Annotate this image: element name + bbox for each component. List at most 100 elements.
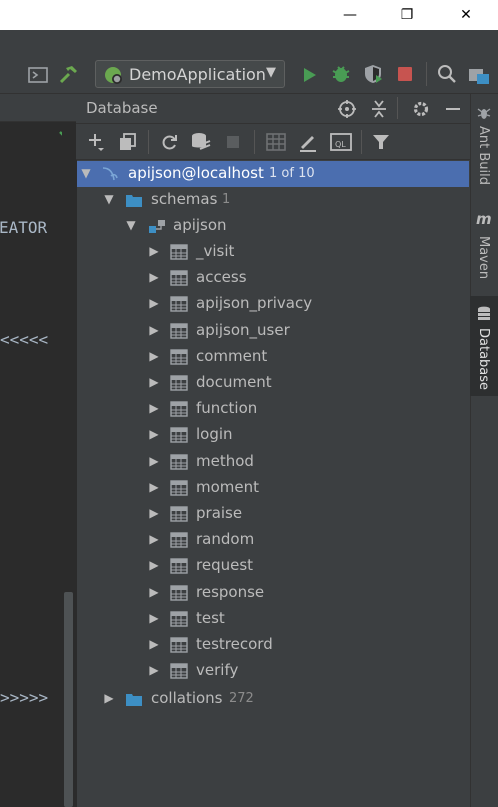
table-icon	[170, 611, 188, 627]
datasource-label: apijson@localhost	[128, 164, 264, 182]
expand-arrow-icon[interactable]: ▶	[147, 663, 161, 677]
table-icon	[170, 453, 188, 470]
expand-arrow-icon[interactable]: ▼	[124, 218, 138, 232]
table-row[interactable]: ▶ method	[77, 449, 469, 475]
run-configuration-select[interactable]: DemoApplication ▼	[95, 60, 285, 88]
maven-label: Maven	[476, 236, 491, 280]
expand-arrow-icon[interactable]: ▶	[147, 349, 161, 363]
expand-arrow-icon[interactable]: ▶	[147, 558, 161, 572]
schema-label: apijson	[173, 216, 227, 234]
table-row[interactable]: ▶ apijson_user	[77, 318, 469, 344]
table-icon	[170, 480, 188, 496]
table-name: moment	[196, 477, 260, 496]
database-tab[interactable]: Database	[470, 296, 498, 396]
filter-icon[interactable]	[370, 130, 392, 154]
coverage-icon[interactable]	[362, 63, 384, 85]
table-row[interactable]: ▶ login	[77, 422, 469, 448]
toolbar-separator	[426, 62, 427, 86]
table-name: testrecord	[196, 635, 273, 653]
table-row[interactable]: ▶ random	[77, 527, 469, 553]
maximize-window-button[interactable]: ❐	[384, 0, 430, 30]
expand-arrow-icon[interactable]: ▼	[102, 192, 116, 206]
table-row[interactable]: ▶ verify	[77, 658, 469, 684]
ant-build-tab[interactable]: Ant Build	[470, 98, 498, 188]
editor-scrollbar-thumb[interactable]	[64, 592, 73, 807]
expand-arrow-icon[interactable]: ▶	[147, 270, 161, 284]
add-icon[interactable]	[86, 130, 108, 154]
code-line: >>>>>	[0, 688, 49, 707]
expand-arrow-icon[interactable]: ▼	[79, 166, 93, 180]
expand-arrow-icon[interactable]: ▶	[147, 506, 161, 520]
expand-arrow-icon[interactable]: ▶	[147, 401, 161, 415]
expand-arrow-icon[interactable]: ▶	[147, 637, 161, 651]
expand-arrow-icon[interactable]: ▶	[147, 375, 161, 389]
tree-node-schema[interactable]: ▼ apijson	[77, 213, 469, 239]
expand-arrow-icon[interactable]: ▶	[147, 454, 161, 468]
expand-arrow-icon[interactable]: ▶	[147, 323, 161, 337]
tree-node-schemas[interactable]: ▼ schemas 1	[77, 187, 469, 213]
table-icon	[170, 401, 188, 417]
table-row[interactable]: ▶ _visit	[77, 239, 469, 265]
schema-sync-icon[interactable]	[190, 130, 212, 154]
table-row[interactable]: ▶ comment	[77, 344, 469, 370]
copy-icon[interactable]	[117, 130, 139, 154]
table-row[interactable]: ▶ document	[77, 370, 469, 396]
chevron-down-icon: ▼	[266, 65, 276, 80]
table-icon	[170, 663, 188, 679]
expand-arrow-icon[interactable]: ▶	[147, 244, 161, 258]
table-name: method	[196, 451, 254, 470]
build-hammer-icon[interactable]	[58, 63, 80, 85]
run-icon[interactable]	[298, 64, 320, 86]
expand-arrow-icon[interactable]: ▶	[147, 611, 161, 625]
table-row[interactable]: ▶ function	[77, 396, 469, 422]
stop-icon[interactable]	[394, 63, 416, 85]
table-name: request	[196, 556, 254, 575]
console-ql-icon[interactable]: QL	[330, 130, 352, 154]
terminal-icon[interactable]	[27, 64, 49, 86]
debug-icon[interactable]	[330, 63, 352, 85]
table-icon	[170, 637, 188, 653]
close-window-button[interactable]: ✕	[443, 0, 489, 30]
ant-build-label: Ant Build	[476, 126, 491, 185]
expand-arrow-icon[interactable]: ▶	[147, 296, 161, 310]
table-row[interactable]: ▶ testrecord	[77, 632, 469, 658]
table-view-icon[interactable]	[265, 130, 287, 154]
table-icon	[170, 532, 188, 548]
settings-icon[interactable]	[411, 99, 431, 123]
collapse-icon[interactable]	[369, 99, 389, 123]
minimize-window-button[interactable]: —	[327, 0, 373, 30]
table-row[interactable]: ▶ test	[77, 606, 469, 632]
table-icon	[170, 270, 188, 286]
tree-node-datasource[interactable]: ▼ apijson@localhost 1 of 10	[77, 161, 469, 187]
expand-arrow-icon[interactable]: ▶	[147, 480, 161, 494]
locate-icon[interactable]	[337, 99, 357, 123]
table-row[interactable]: ▶ response	[77, 580, 469, 606]
table-row[interactable]: ▶ moment	[77, 475, 469, 501]
stop-icon[interactable]	[222, 130, 244, 154]
table-row[interactable]: ▶ access	[77, 265, 469, 291]
toolbar-separator	[254, 130, 255, 154]
project-structure-icon[interactable]	[468, 64, 490, 86]
table-row[interactable]: ▶ apijson_privacy	[77, 291, 469, 317]
table-row[interactable]: ▶ request	[77, 553, 469, 579]
expand-arrow-icon[interactable]: ▶	[102, 691, 116, 705]
refresh-icon[interactable]	[158, 130, 180, 154]
expand-arrow-icon[interactable]: ▶	[147, 532, 161, 546]
maven-tab[interactable]: m Maven	[470, 206, 498, 282]
table-name: comment	[196, 346, 268, 365]
table-name: apijson_privacy	[196, 294, 313, 313]
table-name: verify	[196, 661, 239, 680]
table-row[interactable]: ▶ praise	[77, 501, 469, 527]
expand-arrow-icon[interactable]: ▶	[147, 427, 161, 441]
edit-icon[interactable]	[297, 130, 319, 154]
tree-node-collations[interactable]: ▶ collations 272	[77, 686, 469, 712]
expand-arrow-icon[interactable]: ▶	[147, 585, 161, 599]
search-icon[interactable]	[436, 63, 458, 85]
svg-text:QL: QL	[335, 140, 346, 149]
spring-boot-icon	[105, 67, 122, 84]
folder-icon	[126, 694, 142, 706]
mysql-icon	[102, 167, 118, 181]
code-line: <<<<<	[0, 330, 49, 349]
table-icon	[170, 558, 188, 575]
minimize-icon[interactable]	[443, 99, 463, 123]
